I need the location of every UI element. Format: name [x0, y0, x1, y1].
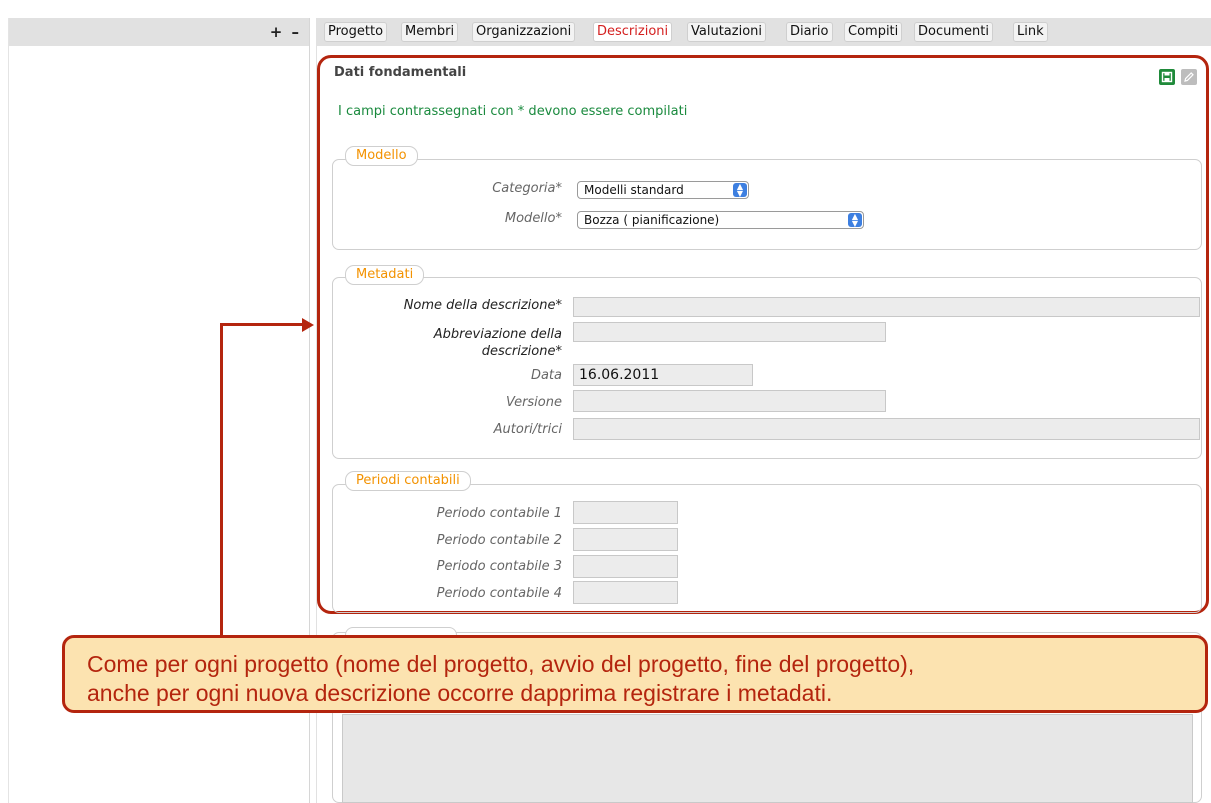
versione-input[interactable] — [573, 390, 886, 412]
abbrev-input[interactable] — [573, 322, 886, 342]
section-title: Dati fondamentali — [334, 65, 467, 80]
modello-value: Bozza ( pianificazione) — [584, 213, 720, 227]
tab-organizzazioni[interactable]: Organizzazioni — [472, 22, 576, 42]
select-arrows-icon: ▲ ▼ — [733, 183, 747, 198]
pencil-icon[interactable] — [1181, 69, 1197, 85]
periodo-2-label: Periodo contabile 2 — [436, 533, 562, 548]
periodo-3-label: Periodo contabile 3 — [436, 559, 562, 574]
callout-annotation: Come per ogni progetto (nome del progett… — [62, 635, 1208, 713]
abbrev-label-line1: Abbreviazione della — [433, 327, 562, 342]
categoria-label: Categoria* — [492, 181, 562, 196]
callout-connector-vertical — [220, 324, 223, 654]
data-label: Data — [530, 368, 562, 383]
periodo-4-input[interactable] — [573, 581, 678, 604]
periodo-1-input[interactable] — [573, 501, 678, 524]
expand-collapse-controls[interactable]: + – — [270, 23, 301, 41]
tab-membri[interactable]: Membri — [401, 22, 459, 42]
modello-legend: Modello — [345, 146, 418, 166]
categoria-select[interactable]: Modelli standard ▲ ▼ — [577, 181, 749, 199]
versione-label: Versione — [505, 395, 562, 410]
tree-header: + – — [9, 18, 309, 46]
modello-fieldset — [332, 159, 1202, 250]
tab-bar: Progetto Membri Organizzazioni Descrizio… — [316, 18, 1211, 46]
callout-text-line1: Come per ogni progetto (nome del progett… — [87, 651, 915, 677]
data-input[interactable]: 16.06.2011 — [573, 364, 753, 386]
tab-progetto[interactable]: Progetto — [324, 22, 388, 42]
callout-connector-horizontal — [220, 323, 305, 326]
tab-diario[interactable]: Diario — [786, 22, 833, 42]
modello-label: Modello* — [504, 211, 562, 226]
tab-documenti[interactable]: Documenti — [914, 22, 993, 42]
select-arrows-icon: ▲ ▼ — [848, 213, 862, 228]
periodo-3-input[interactable] — [573, 555, 678, 578]
autori-input[interactable] — [573, 418, 1200, 440]
tab-valutazioni[interactable]: Valutazioni — [687, 22, 767, 42]
autori-label: Autori/trici — [493, 422, 562, 437]
categoria-value: Modelli standard — [584, 183, 684, 197]
periodi-legend: Periodi contabili — [345, 471, 471, 491]
nome-input[interactable] — [573, 297, 1200, 317]
required-fields-note: I campi contrassegnati con * devono esse… — [338, 104, 688, 119]
abbrev-label: Abbreviazione della descrizione* — [340, 326, 562, 360]
callout-text-line2: anche per ogni nuova descrizione occorre… — [87, 680, 833, 706]
description-textarea[interactable] — [342, 714, 1193, 803]
periodo-1-label: Periodo contabile 1 — [436, 506, 562, 521]
callout-arrow-icon — [302, 318, 314, 332]
periodo-4-label: Periodo contabile 4 — [436, 586, 562, 601]
abbrev-label-line2: descrizione* — [481, 344, 562, 359]
tab-link[interactable]: Link — [1013, 22, 1048, 42]
nome-label: Nome della descrizione* — [403, 298, 562, 313]
periodo-2-input[interactable] — [573, 528, 678, 551]
tab-descrizioni[interactable]: Descrizioni — [593, 22, 673, 42]
metadati-legend: Metadati — [345, 265, 425, 285]
modello-select[interactable]: Bozza ( pianificazione) ▲ ▼ — [577, 211, 864, 229]
tab-compiti[interactable]: Compiti — [844, 22, 903, 42]
save-icon[interactable] — [1159, 69, 1175, 85]
